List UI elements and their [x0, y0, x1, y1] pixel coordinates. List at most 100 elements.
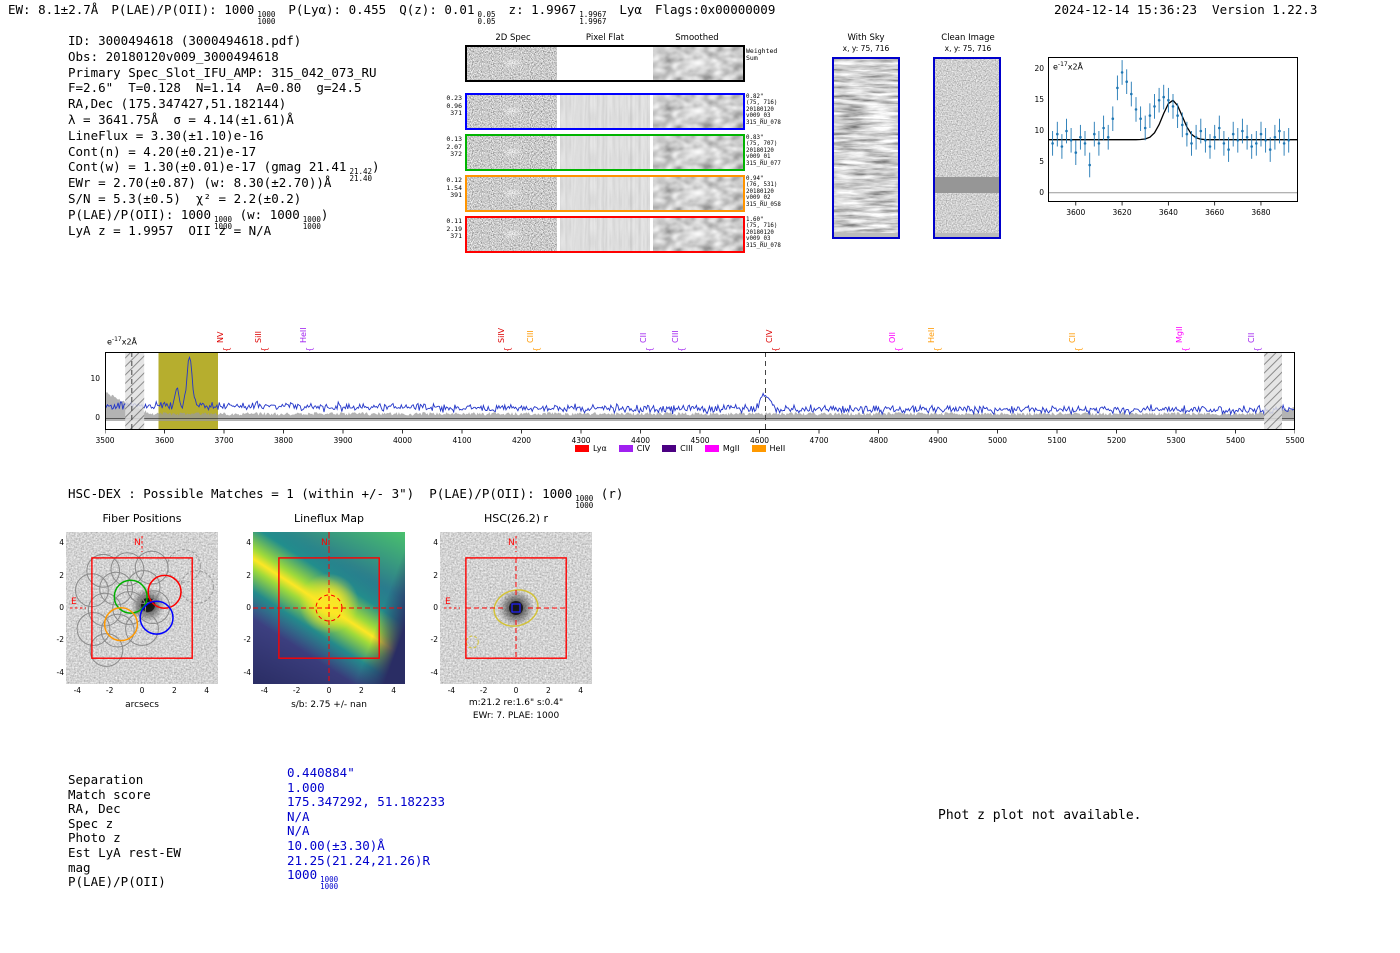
hsc_r-ytick: -2 [430, 635, 438, 645]
text-segment: (w: 1000 1000 1000 [232, 206, 321, 231]
fiber-positions-image: NE [66, 532, 218, 684]
text-segment: ID: 3000494618 (3000494618.pdf) [68, 33, 302, 48]
hsc-dex-heading: HSC-DEX : Possible Matches = 1 (within +… [68, 486, 623, 510]
fiber_positions-ytick: 4 [59, 538, 64, 548]
info-line: Cont(n) = 4.20(±0.21)e-17 [68, 144, 380, 160]
header-segment: Q(z): 0.01 0.05 0.05 [399, 2, 496, 26]
linefit-ytick: 20 [1034, 64, 1044, 74]
match-row-value: 21.25(21.24,21.26)R [287, 852, 430, 868]
fiber-row-info: 0.83" (75, 707) 20180120 v009_01 315_RU_077 [746, 135, 781, 167]
svg-text:E: E [445, 597, 451, 607]
spectrum-xtick: 3700 [214, 436, 234, 445]
text-segment: Q(z): 0.01 0.05 0.05 [399, 2, 496, 26]
linefit-svg [1048, 57, 1298, 206]
fiber-row-weights: 0.11 2.19 371 [446, 217, 462, 240]
spectrum-xtick: 4700 [809, 436, 829, 445]
hsc_r-xtick: -4 [447, 686, 456, 695]
text-segment: Lyα [619, 2, 642, 17]
spec2d-strip [467, 218, 557, 251]
spectrum-xtick: 4500 [690, 436, 710, 445]
text-segment: 1000 1000 1000 [287, 867, 339, 891]
legend-item: HeII [751, 444, 786, 453]
emission-line-label: HeII [927, 327, 937, 343]
col-title-2dspec: 2D Spec [495, 33, 531, 43]
emission-line-marker: { [502, 346, 512, 352]
fiber-2d-row [465, 216, 745, 253]
smoothed-strip [653, 177, 743, 210]
spectrum-svg [104, 352, 1296, 434]
info-line: EWr = 2.70(±0.87) (w: 8.30(±2.70))Å [68, 175, 380, 191]
text-segment: LyA z = 1.9957 OII z = N/A [68, 222, 272, 238]
svg-text:E: E [71, 597, 77, 607]
linefit-xtick: 3620 [1112, 208, 1132, 217]
legend-item: MgII [704, 444, 740, 453]
spectrum-xtick: 5400 [1225, 436, 1246, 445]
info-line: ID: 3000494618 (3000494618.pdf) [68, 33, 380, 49]
match-row-value: 0.440884" [287, 765, 355, 780]
header-summary: EW: 8.1±2.7Å P(LAE)/P(OII): 1000 1000 1000 P… [8, 2, 788, 26]
info-line: RA,Dec (175.347427,51.182144) [68, 96, 380, 112]
info-line: λ = 3641.75Å σ = 4.14(±1.61)Å [68, 112, 380, 128]
spec2d-strip [467, 95, 557, 128]
svg-text:N: N [321, 538, 328, 548]
emission-line-label: CII [638, 332, 648, 343]
legend-label: MgII [722, 444, 740, 453]
hsc_r-ytick: 4 [433, 538, 438, 548]
lineflux_map-ytick: 0 [246, 603, 251, 612]
fiber_positions-xtick: 4 [204, 686, 210, 695]
lineflux-xlabel: s/b: 2.75 +/- nan [291, 700, 367, 710]
spectrum-xtick: 4000 [392, 436, 413, 445]
legend-label: CIII [680, 444, 693, 453]
hsc_r-ytick: -4 [430, 667, 438, 677]
legend-color-swatch [751, 445, 766, 452]
fiber_positions-ytick: -2 [56, 635, 64, 645]
legend-item: CIV [618, 444, 650, 453]
emission-line-label: SiIV [496, 327, 506, 343]
fiber_positions-xtick: -2 [105, 686, 114, 695]
hsc-cutout-image: NE [440, 532, 592, 684]
legend-color-swatch [662, 445, 677, 452]
text-segment: F=2.6" T=0.128 N=1.14 A=0.80 g=24.5 [68, 80, 362, 96]
svg-text:N: N [508, 538, 515, 548]
match-row-label: Separation [68, 772, 144, 787]
hsc_r-xtick: 4 [578, 686, 584, 695]
hsc-caption-1: m:21.2 re:1.6" s:0.4" [468, 698, 564, 708]
spectrum-xtick: 3900 [333, 436, 353, 445]
legend-item: CIII [662, 444, 693, 453]
spectrum-xtick: 4900 [928, 436, 948, 445]
lineflux_map-ytick: -4 [243, 667, 251, 677]
clean-coords: x, y: 75, 716 [944, 44, 992, 53]
fiber-row-info: 1.60" (75, 716) 20180120 v009_03 315_RU_078 [746, 217, 781, 249]
header-segment: Lyα [619, 2, 642, 17]
hsc_r-xtick: -2 [479, 686, 488, 695]
linefit-ytick: 15 [1034, 95, 1044, 105]
match-row-label: Match score [68, 786, 151, 802]
info-line: Primary Spec_Slot_IFU_AMP: 315_042_073_R… [68, 65, 380, 81]
match-row-label: Spec z [68, 815, 114, 831]
full-spectrum-plot [104, 352, 1296, 438]
spectrum-xtick: 4200 [511, 436, 532, 445]
spec2d-strip [467, 136, 557, 169]
fiber-row-info: 0.82" (75, 716) 20180120 v009_03 315_RU_078 [746, 94, 781, 126]
header-segment: z: 1.9967 1.9967 1.9967 [509, 2, 607, 25]
header-segment: P(LAE)/P(OII): 1000 1000 1000 [111, 2, 275, 25]
spectrum-xtick: 5000 [987, 436, 1008, 445]
fiber-2d-row [465, 134, 745, 171]
legend-label: Lyα [593, 444, 607, 453]
spectrum-xtick: 5300 [1166, 436, 1186, 445]
legend-color-swatch [575, 445, 589, 452]
lineflux-map-title: Lineflux Map [293, 512, 365, 525]
fiber_positions-ytick: 2 [59, 570, 64, 580]
smoothed-strip [653, 218, 743, 251]
match-row-value: N/A [287, 808, 310, 824]
text-segment: S/N = 5.3(±0.5) χ² = 2.2(±0.2) [68, 190, 302, 206]
stacked-fraction: 1000 1000 [302, 214, 321, 231]
weighted-sum-row [465, 45, 745, 82]
emission-line-marker: { [1180, 346, 1190, 352]
withsky-title: With Sky [847, 33, 885, 43]
spectrum-flux-units-label: e-17x2Å [107, 336, 138, 347]
match-row-value: 1000 1000 1000 [287, 867, 445, 891]
legend-label: HeII [769, 444, 786, 453]
pixelflat-strip [560, 177, 650, 210]
linefit-xtick: 3660 [1205, 208, 1225, 217]
